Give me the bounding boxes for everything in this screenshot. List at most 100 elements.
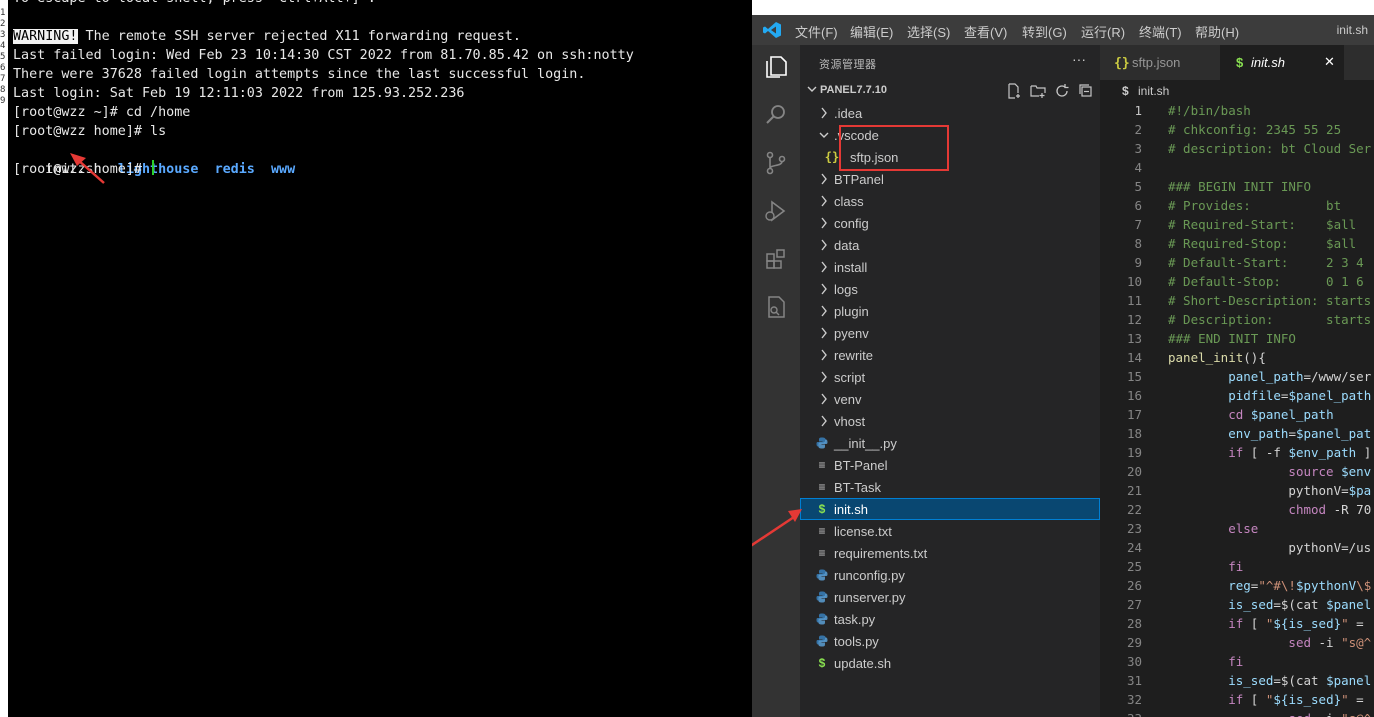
tree-item-update-sh[interactable]: $ update.sh [800,652,1100,674]
tab-label: sftp.json [1132,55,1181,70]
gutter-char: 3 [0,30,6,40]
code-line: 2 # chkconfig: 2345 55 25 [1100,121,1374,140]
tree-item-label: init.sh [834,502,868,517]
menu-item[interactable]: 转到(G) [1022,22,1067,41]
gutter-char: 9 [0,96,6,106]
extensions-icon[interactable] [762,245,790,273]
tree-item-label: logs [834,282,858,297]
chevron-right-icon [821,217,827,229]
explorer-more-actions-button[interactable]: ··· [1072,51,1086,67]
tree-item-pyenv[interactable]: pyenv [800,322,1100,344]
window-title: init.sh [1336,23,1368,37]
menu-item[interactable]: 运行(R) [1081,22,1125,41]
vscode-window: 文件(F) 编辑(E) 选择(S) 查看(V) 转到(G) 运行(R) 终端(T) 帮助(H)… [752,0,1374,717]
breadcrumb[interactable]: $ init.sh [1100,80,1374,102]
ssh-terminal[interactable]: To escape to local shell, press 'Ctrl+Al… [8,0,752,717]
line-text: # chkconfig: 2345 55 25 [1168,122,1342,137]
editor-tabs: {} sftp.json $ init.sh ✕ [1100,45,1374,80]
line-number: 3 [1134,141,1142,156]
tree-item-venv[interactable]: venv [800,388,1100,410]
line-text: # Provides: bt [1168,198,1342,213]
tree-item-requirements-txt[interactable]: ≡ requirements.txt [800,542,1100,564]
line-text: pythonV=/us [1168,540,1372,555]
warning-label: WARNING! [13,29,78,44]
tree-item-bt-task[interactable]: ≡ BT-Task [800,476,1100,498]
workspace-section-header[interactable]: PANEL7.7.10 [800,80,1100,102]
source-control-icon[interactable] [762,149,790,177]
tree-item-license-txt[interactable]: ≡ license.txt [800,520,1100,542]
menu-item[interactable]: 帮助(H) [1195,22,1239,41]
line-text: pythonV=$pa [1168,483,1372,498]
explorer-icon[interactable] [762,53,790,81]
chevron-right-icon [821,283,827,295]
line-text: reg="^#\!$pythonV\$ [1228,578,1372,593]
tree-item-script[interactable]: script [800,366,1100,388]
remote-explorer-icon[interactable] [762,293,790,321]
terminal-line-text: Last login: Sat Feb 19 12:11:03 2022 fro… [13,86,465,101]
tab-init-sh[interactable]: $ init.sh ✕ [1220,45,1344,80]
line-number: 28 [1126,616,1142,631]
tree-item-label: .idea [834,106,863,121]
tree-item-plugin[interactable]: plugin [800,300,1100,322]
menu-item[interactable]: 选择(S) [907,22,950,41]
tree-item-init-sh[interactable]: $ init.sh [800,498,1100,520]
line-number: 2 [1134,122,1142,137]
tree-item-idea[interactable]: .idea [800,102,1100,124]
tree-item-bt-panel[interactable]: ≡ BT-Panel [800,454,1100,476]
shell-file-icon: $ [1122,84,1129,98]
line-text: # Required-Start: $all [1168,217,1357,232]
line-number: 6 [1134,198,1142,213]
run-debug-icon[interactable] [762,197,790,225]
tree-item-btpanel[interactable]: BTPanel [800,168,1100,190]
line-text: ### BEGIN INIT INFO [1168,179,1311,194]
terminal-line: There were 37628 failed login attempts s… [13,65,585,84]
annotation-arrow-explorer [752,509,802,547]
line-number: 15 [1126,369,1142,384]
code-line: 14 panel_init(){ [1100,349,1374,368]
code-line: 24 pythonV=/us [1100,539,1374,558]
tab-sftp-json[interactable]: {} sftp.json [1100,45,1220,80]
code-line: 11 # Short-Description: starts [1100,292,1374,311]
tree-item-runconfig-py[interactable]: runconfig.py [800,564,1100,586]
tree-item-rewrite[interactable]: rewrite [800,344,1100,366]
collapse-all-icon[interactable] [1078,83,1094,99]
workspace-name: PANEL7.7.10 [820,84,888,96]
vscode-logo-icon [763,22,781,38]
chevron-right-icon [821,195,827,207]
tree-item-runserver-py[interactable]: runserver.py [800,586,1100,608]
code-line: 10 # Default-Stop: 0 1 6 [1100,273,1374,292]
tree-item-config[interactable]: config [800,212,1100,234]
tree-item-class[interactable]: class [800,190,1100,212]
close-icon[interactable]: ✕ [1324,54,1335,70]
line-text: pidfile=$panel_path [1228,388,1372,403]
tree-item-label: script [834,370,866,385]
menu-item[interactable]: 编辑(E) [850,22,893,41]
terminal-line-text: [root@wzz home]# ls [13,124,167,139]
gutter-char: 8 [0,85,6,95]
menu-item[interactable]: 终端(T) [1139,22,1182,41]
tree-item-label: task.py [834,612,876,627]
line-text: #!/bin/bash [1168,103,1251,118]
line-text: # Required-Stop: $all [1168,236,1357,251]
gutter-char: 7 [0,74,6,84]
tree-item-task-py[interactable]: task.py [800,608,1100,630]
tree-item-install[interactable]: install [800,256,1100,278]
chevron-right-icon [821,239,827,251]
tree-item-label: data [834,238,860,253]
new-folder-icon[interactable] [1030,83,1046,99]
code-line: 17 cd $panel_path [1100,406,1374,425]
menu-item[interactable]: 文件(F) [795,22,838,41]
new-file-icon[interactable] [1006,83,1022,99]
terminal-line: [root@wzz home]# ls [13,122,166,141]
tree-item-tools-py[interactable]: tools.py [800,630,1100,652]
tree-item-init-py[interactable]: __init__.py [800,432,1100,454]
refresh-icon[interactable] [1054,83,1070,99]
menu-item[interactable]: 查看(V) [964,22,1007,41]
sh-file-icon: $ [818,502,826,516]
line-text: if [ "${is_sed}" = [1228,616,1364,631]
tree-item-logs[interactable]: logs [800,278,1100,300]
ls-dir-www: www [271,162,296,177]
search-icon[interactable] [762,101,790,129]
tree-item-vhost[interactable]: vhost [800,410,1100,432]
tree-item-data[interactable]: data [800,234,1100,256]
